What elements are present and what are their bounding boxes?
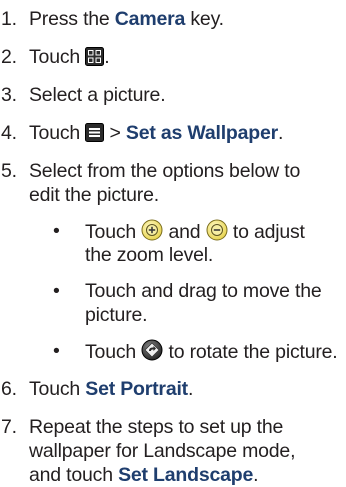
step-number: 3.	[1, 84, 17, 106]
bullet-text: Touch to rotate the picture.	[85, 339, 338, 363]
step-text: Touch .	[29, 46, 110, 68]
bullet-text: Touch and to adjust	[85, 219, 305, 243]
step-text-line3: and touch Set Landscape.	[29, 464, 259, 486]
step-number: 4.	[1, 122, 17, 144]
bullet-symbol: •	[53, 220, 60, 242]
step-number: 7.	[1, 416, 17, 438]
step-text: Touch Set Portrait.	[29, 378, 194, 400]
zoom-in-icon	[141, 219, 163, 241]
step-number: 5.	[1, 160, 17, 182]
step-text: Press the Camera key.	[29, 8, 224, 30]
step-text-line2: edit the picture.	[29, 184, 159, 206]
bullet-text-line2: the zoom level.	[85, 244, 214, 266]
step-text: Select a picture.	[29, 84, 166, 106]
camera-key-label: Camera	[114, 8, 186, 30]
step-text: Touch > Set as Wallpaper.	[29, 122, 284, 144]
step-text-line2: wallpaper for Landscape mode,	[29, 440, 296, 462]
rotate-icon	[141, 339, 163, 361]
bullet-text-line1: Touch and drag to move the	[85, 280, 322, 302]
set-landscape-label: Set Landscape	[118, 464, 254, 486]
set-as-wallpaper-label: Set as Wallpaper	[125, 122, 279, 144]
step-text-line1: Repeat the steps to set up the	[29, 416, 284, 438]
bullet-symbol: •	[53, 340, 60, 362]
step-number: 2.	[1, 46, 17, 68]
bullet-text-line2: picture.	[85, 304, 148, 326]
step-number: 1.	[1, 8, 17, 30]
step-number: 6.	[1, 378, 17, 400]
bullet-symbol: •	[53, 280, 60, 302]
grid-menu-icon	[85, 47, 105, 66]
step-text-line1: Select from the options below to	[29, 160, 301, 182]
set-portrait-label: Set Portrait	[85, 378, 188, 400]
zoom-out-icon	[206, 219, 228, 241]
menu-icon	[85, 123, 105, 142]
